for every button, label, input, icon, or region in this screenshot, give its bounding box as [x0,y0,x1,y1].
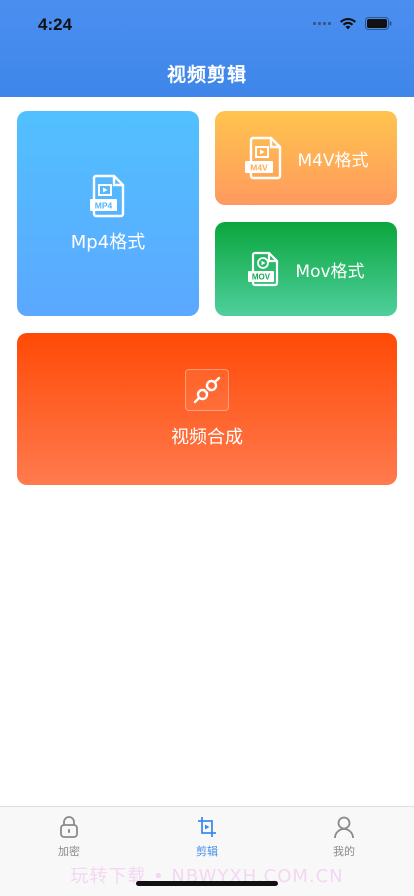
mov-badge-text: MOV [252,273,271,282]
mp4-badge-text: MP4 [95,200,113,210]
connector-plug-icon [193,376,221,404]
wifi-icon [340,17,356,30]
mov-file-icon: MOV [248,251,279,287]
mp4-format-card[interactable]: MP4 Mp4格式 [17,111,199,316]
user-icon [334,816,354,839]
tab-edit-label: 剪辑 [196,845,218,858]
crop-icon [198,817,216,837]
mp4-card-label: Mp4格式 [70,231,146,253]
status-time: 4:24 [38,15,73,34]
mov-format-card[interactable]: MOV Mov格式 [215,222,397,316]
status-bar: 4:24 [0,0,414,48]
merge-card-label: 视频合成 [171,427,243,448]
tab-mine[interactable]: 我的 [304,815,384,859]
status-icons [313,17,392,30]
tab-mine-label: 我的 [333,845,355,858]
tab-edit[interactable]: 剪辑 [167,815,247,859]
tab-encrypt-label: 加密 [58,845,80,858]
signal-icon [313,22,331,25]
tab-encrypt[interactable]: 加密 [29,815,109,859]
lock-icon [60,816,78,838]
merge-icon-box [185,369,229,411]
video-merge-card[interactable]: 视频合成 [17,333,397,485]
mov-card-label: Mov格式 [295,261,365,282]
page-title: 视频剪辑 [166,64,247,86]
m4v-format-card[interactable]: M4V M4V格式 [215,111,397,205]
app-header: 4:24 视频剪辑 [0,0,414,97]
m4v-card-label: M4V格式 [297,150,369,171]
home-indicator[interactable] [136,881,278,886]
mp4-file-icon: MP4 [90,174,125,217]
battery-icon [365,17,392,30]
m4v-file-icon: M4V [245,136,282,180]
m4v-badge-text: M4V [251,163,269,173]
